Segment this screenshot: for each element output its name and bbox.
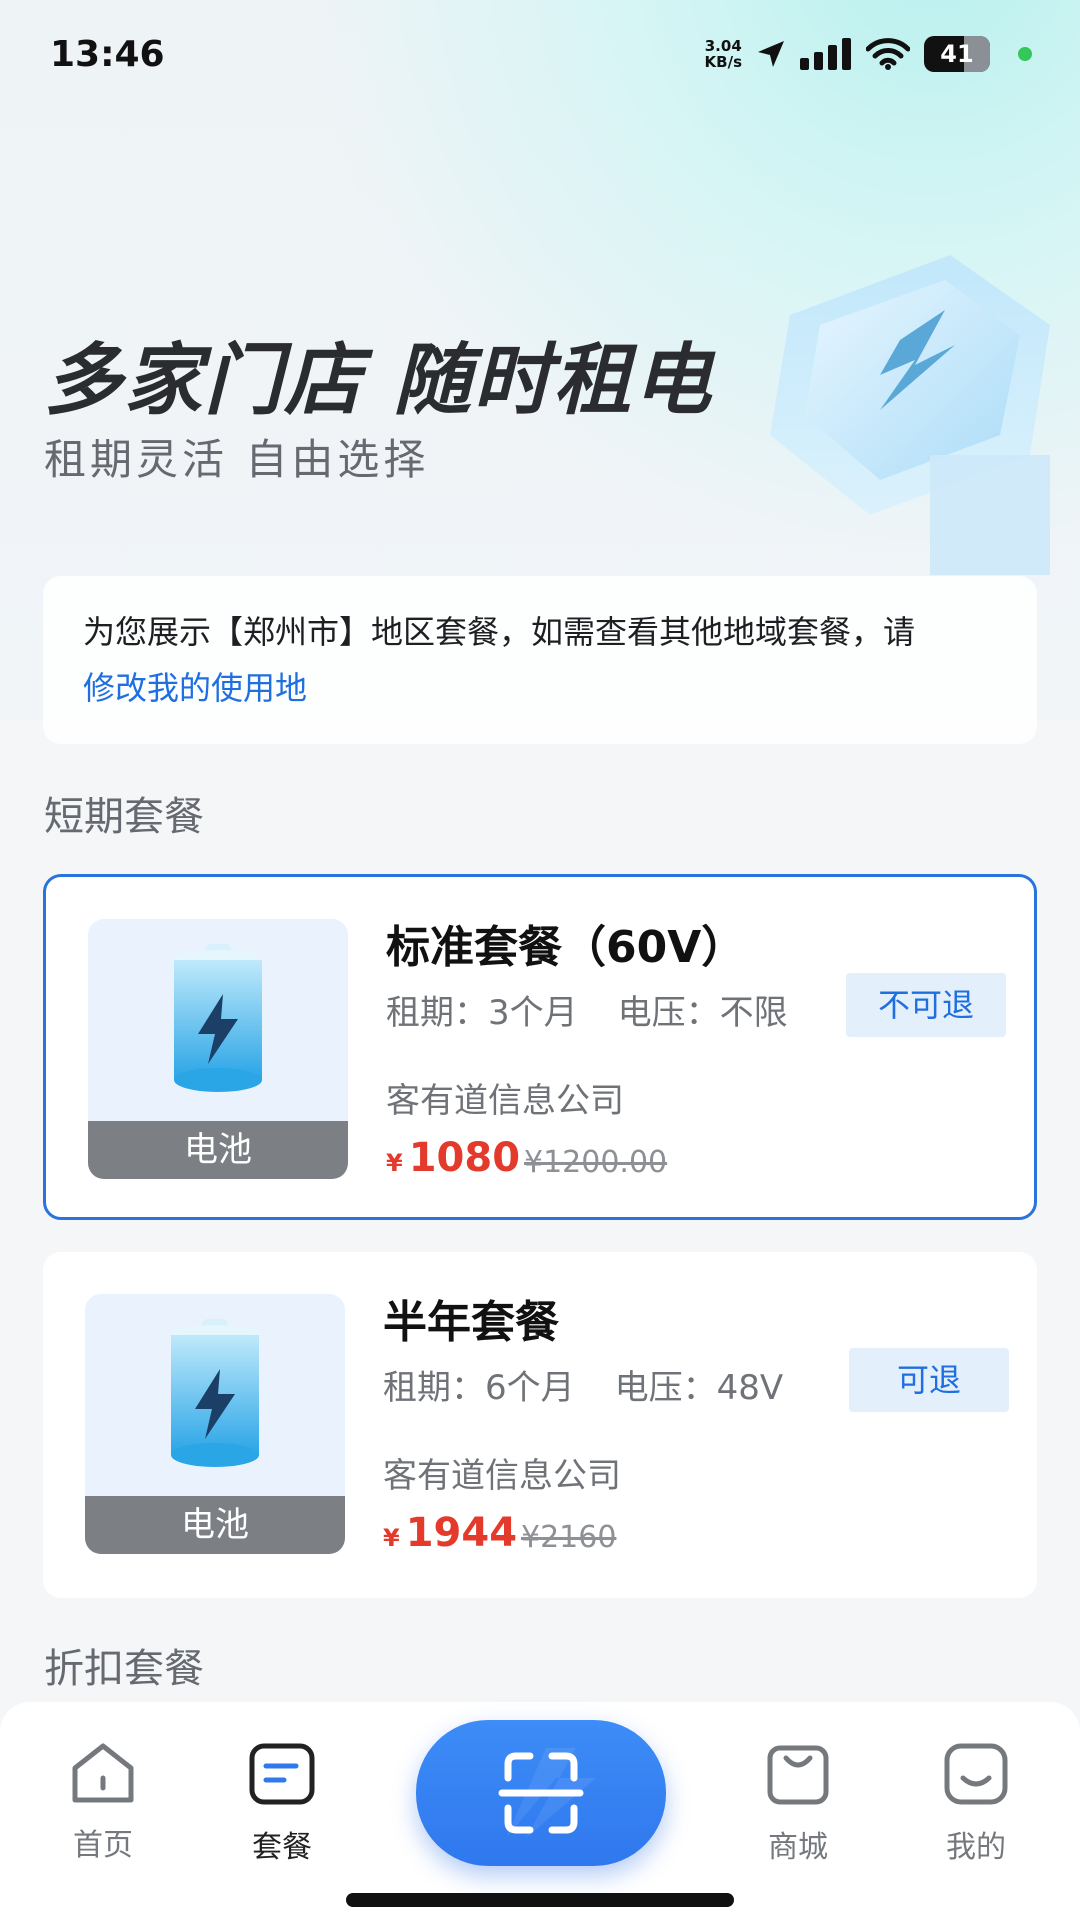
home-indicator [346,1893,734,1907]
price-amount: 1080 [408,1135,521,1181]
original-price: ¥1200.00 [524,1145,668,1180]
package-term: 租期：6个月 [383,1368,575,1408]
hero-subtitle: 租期灵活 自由选择 [44,435,430,484]
package-meta: 租期：6个月 电压：48V [383,1360,783,1409]
package-price: ¥1944 [383,1510,517,1556]
bottom-tab-bar: 首页 套餐 商城 我的 [0,1702,1080,1920]
package-icon [249,1743,315,1805]
package-price: ¥1080 [386,1135,520,1181]
battery-icon [174,944,262,1092]
battery-cube-illustration [770,255,1050,575]
currency-symbol: ¥ [386,1149,403,1177]
scan-icon [498,1748,596,1838]
hero-title: 多家门店 随时租电 [44,336,714,426]
package-title: 半年套餐 [383,1297,559,1348]
package-thumbnail: 电池 [88,919,348,1179]
status-bar: 13:46 3.04 KB/s 41 [0,0,1080,112]
scan-button[interactable] [416,1720,666,1866]
battery-icon [171,1319,259,1467]
section-title-short-term: 短期套餐 [44,794,204,840]
package-meta: 租期：3个月 电压：不限 [386,985,788,1034]
status-icons: 3.04 KB/s 41 [705,36,1032,72]
refund-tag: 不可退 [846,973,1006,1037]
home-icon [72,1743,134,1803]
region-notice-text: 为您展示【郑州市】地区套餐，如需查看其他地域套餐，请 [83,613,916,651]
package-voltage: 电压：48V [614,1368,784,1408]
tab-label: 商城 [768,1830,828,1865]
currency-symbol: ¥ [383,1524,400,1552]
tab-mall[interactable]: 商城 [738,1742,858,1866]
package-voltage: 电压：不限 [617,993,788,1033]
tab-profile[interactable]: 我的 [916,1742,1036,1866]
tab-package[interactable]: 套餐 [222,1742,342,1866]
package-title: 标准套餐（60V） [386,922,746,973]
shopping-bag-icon [767,1745,829,1805]
package-card[interactable]: 电池 半年套餐 租期：6个月 电压：48V 可退 客有道信息公司 ¥1944 ¥2… [43,1252,1037,1598]
privacy-indicator-dot [1018,47,1032,61]
location-arrow-icon [758,41,784,67]
profile-icon [944,1743,1008,1805]
thumbnail-label: 电池 [88,1121,348,1179]
package-company: 客有道信息公司 [383,1456,621,1496]
cellular-signal-icon [800,38,851,70]
battery-icon: 41 [924,36,990,72]
status-time: 13:46 [50,34,165,75]
tab-label: 套餐 [252,1830,312,1865]
section-title-discount: 折扣套餐 [44,1646,204,1692]
package-card[interactable]: 电池 标准套餐（60V） 租期：3个月 电压：不限 不可退 客有道信息公司 ¥10… [43,874,1037,1220]
change-location-link[interactable]: 修改我的使用地 [83,669,307,707]
package-company: 客有道信息公司 [386,1081,624,1121]
wifi-icon [866,38,910,70]
package-thumbnail: 电池 [85,1294,345,1554]
original-price: ¥2160 [521,1520,617,1555]
price-amount: 1944 [405,1510,518,1556]
tab-home[interactable]: 首页 [43,1742,163,1864]
package-term: 租期：3个月 [386,993,578,1033]
network-speed: 3.04 KB/s [704,37,742,71]
refund-tag: 可退 [849,1348,1009,1412]
region-notice: 为您展示【郑州市】地区套餐，如需查看其他地域套餐，请 修改我的使用地 [43,576,1037,744]
tab-label: 我的 [946,1830,1006,1865]
tab-label: 首页 [73,1828,133,1863]
thumbnail-label: 电池 [85,1496,345,1554]
